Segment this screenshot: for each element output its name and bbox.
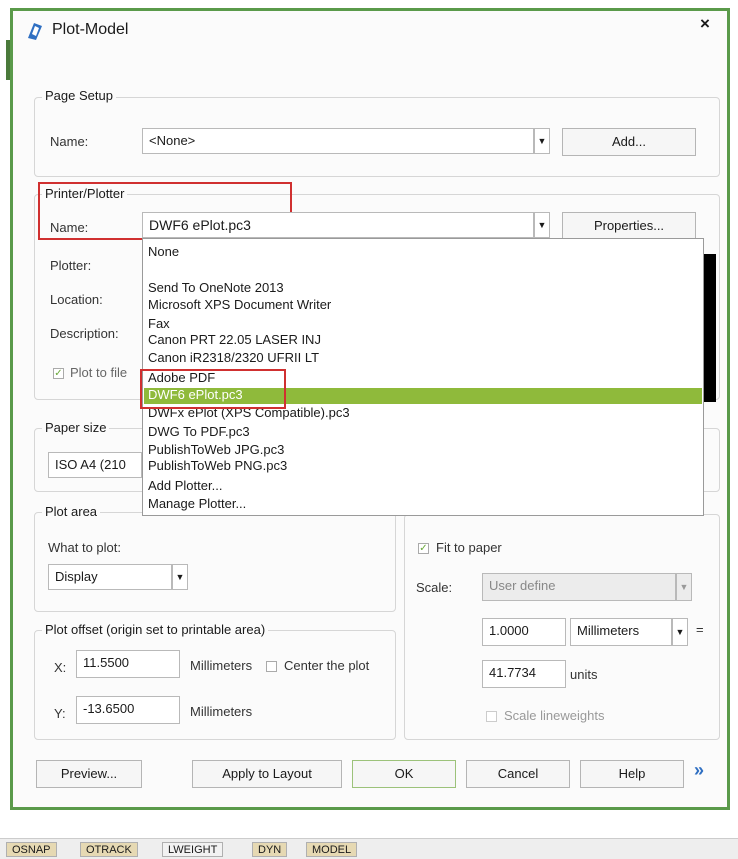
dropdown-item[interactable]: Canon PRT 22.05 LASER INJ xyxy=(148,333,321,347)
units-label: units xyxy=(570,667,598,682)
lweight-toggle[interactable]: LWEIGHT xyxy=(162,842,224,857)
dropdown-item-selected[interactable]: DWF6 ePlot.pc3 xyxy=(148,388,243,402)
center-plot-label: Center the plot xyxy=(284,658,370,673)
plot-offset-label: Plot offset (origin set to printable are… xyxy=(42,622,269,637)
dropdown-item[interactable]: Manage Plotter... xyxy=(148,497,246,511)
expand-icon[interactable]: » xyxy=(694,760,704,781)
dropdown-item[interactable]: Add Plotter... xyxy=(148,479,222,493)
plot-area-label: Plot area xyxy=(42,504,101,519)
dropdown-shadow xyxy=(704,254,716,402)
cancel-button[interactable]: Cancel xyxy=(466,760,570,788)
x-unit-label: Millimeters xyxy=(190,658,253,673)
preview-button[interactable]: Preview... xyxy=(36,760,142,788)
x-label: X: xyxy=(54,660,67,675)
what-to-plot-label: What to plot: xyxy=(48,540,121,555)
apply-to-layout-button[interactable]: Apply to Layout xyxy=(192,760,342,788)
dropdown-item-none[interactable]: None xyxy=(148,245,179,259)
close-icon[interactable]: × xyxy=(700,14,710,34)
osnap-toggle[interactable]: OSNAP xyxy=(6,842,57,857)
units-value-input[interactable]: 41.7734 xyxy=(482,660,566,688)
chevron-down-icon[interactable]: ▼ xyxy=(172,564,188,590)
printer-name-select[interactable]: DWF6 ePlot.pc3 xyxy=(142,212,534,238)
y-label: Y: xyxy=(54,706,66,721)
fit-to-paper-label: Fit to paper xyxy=(436,540,502,555)
fit-to-paper-checkbox[interactable]: ✓ xyxy=(418,543,429,554)
page-setup-name-label: Name: xyxy=(50,134,89,149)
chevron-down-icon[interactable]: ▼ xyxy=(672,618,688,646)
dropdown-item[interactable]: Send To OneNote 2013 xyxy=(148,281,284,295)
y-offset-input[interactable]: -13.6500 xyxy=(76,696,180,724)
chevron-down-icon[interactable]: ▼ xyxy=(676,573,692,601)
what-to-plot-select[interactable]: Display xyxy=(48,564,172,590)
plotter-label: Plotter: xyxy=(50,258,92,273)
scale-lineweights-checkbox[interactable] xyxy=(486,711,497,722)
dropdown-item[interactable]: PublishToWeb JPG.pc3 xyxy=(148,443,284,457)
window-title: Plot-Model xyxy=(52,21,129,38)
scale-label: Scale: xyxy=(416,580,453,595)
chevron-down-icon[interactable]: ▼ xyxy=(534,212,550,238)
app-icon xyxy=(28,23,42,40)
ok-button[interactable]: OK xyxy=(352,760,456,788)
printer-name-label: Name: xyxy=(50,220,89,235)
page-setup-name-select[interactable]: <None> xyxy=(142,128,534,154)
plot-to-file-label: Plot to file xyxy=(70,365,128,380)
plot-area-group xyxy=(34,512,396,612)
unit-select[interactable]: Millimeters xyxy=(570,618,672,646)
paper-size-select[interactable]: ISO A4 (210 xyxy=(48,452,142,478)
properties-button[interactable]: Properties... xyxy=(562,212,696,240)
center-plot-checkbox[interactable] xyxy=(266,661,277,672)
scale-select[interactable]: User define xyxy=(482,573,676,601)
dropdown-item[interactable]: DWG To PDF.pc3 xyxy=(148,425,250,439)
location-label: Location: xyxy=(50,292,103,307)
dropdown-item[interactable]: Microsoft XPS Document Writer xyxy=(148,298,331,312)
plot-to-file-checkbox[interactable]: ✓ xyxy=(53,368,64,379)
description-label: Description: xyxy=(50,326,119,341)
page-setup-label: Page Setup xyxy=(42,88,116,103)
model-toggle[interactable]: MODEL xyxy=(306,842,358,857)
add-button[interactable]: Add... xyxy=(562,128,696,156)
otrack-toggle[interactable]: OTRACK xyxy=(80,842,138,857)
y-unit-label: Millimeters xyxy=(190,704,253,719)
dyn-toggle[interactable]: DYN xyxy=(252,842,288,857)
scale-value-input[interactable]: 1.0000 xyxy=(482,618,566,646)
equals-sign: = xyxy=(696,622,704,637)
scale-lineweights-label: Scale lineweights xyxy=(504,708,605,723)
help-button[interactable]: Help xyxy=(580,760,684,788)
paper-size-label: Paper size xyxy=(42,420,110,435)
dropdown-item[interactable]: Canon iR2318/2320 UFRII LT xyxy=(148,351,319,365)
dropdown-item[interactable]: Fax xyxy=(148,317,170,331)
x-offset-input[interactable]: 11.5500 xyxy=(76,650,180,678)
dropdown-item[interactable]: PublishToWeb PNG.pc3 xyxy=(148,459,287,473)
chevron-down-icon[interactable]: ▼ xyxy=(534,128,550,154)
